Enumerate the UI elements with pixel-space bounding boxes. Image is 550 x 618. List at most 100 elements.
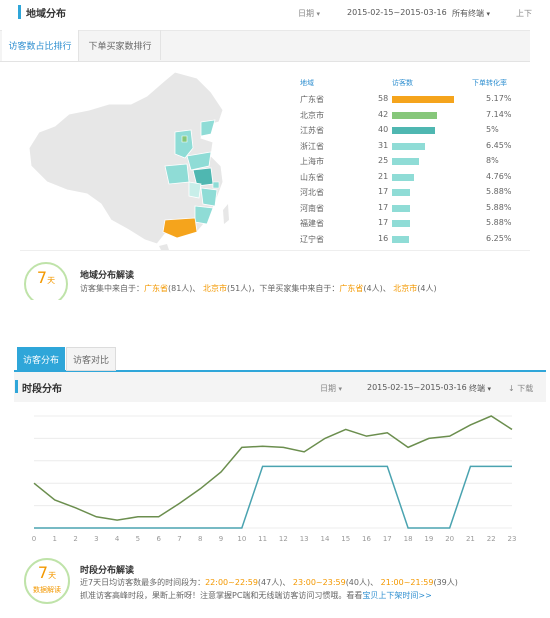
x-tick-label: 22 [487,535,496,543]
header-region: 地域 [300,79,314,87]
download-button-2[interactable]: ↓ 下载 [508,383,533,394]
map-henan [164,163,190,185]
x-tick-label: 14 [320,535,329,543]
x-tick-label: 9 [219,535,223,543]
time-interpretation-line2: 抓准访客高峰时段，果断上新呀！注意掌握PC端和无线端访客访问习惯哦。看看宝贝上下… [80,590,432,601]
slot-2-count: (40人)、 [345,578,379,587]
row-rate: 5.17% [486,94,512,103]
row-visitors: 17 [378,187,389,196]
interpretation-title: 地域分布解读 [80,271,135,281]
badge-number: 7 [36,268,48,287]
hl-buyer-guangdong-count: (4人)、 [363,284,391,293]
slot-3-count: (39人) [433,578,458,587]
table-row: 北京市 42 7.14% [290,108,512,124]
device-select-2[interactable]: 终端 ▾ [469,383,491,394]
listing-time-link[interactable]: 宝贝上下架时间>> [362,591,431,600]
section-accent [18,5,21,19]
badge-caption: 数据解读 [33,586,61,594]
time-section-title: 时段分布 [22,384,62,395]
map-anhui [188,181,202,199]
hl-beijing-count: (51人)，下单买家集中来自于： [226,284,340,293]
tab-visitor-ranking[interactable]: 访客数占比排行 [2,30,79,61]
x-tick-label: 0 [32,535,36,543]
row-region: 福建省 [300,219,324,228]
row-region: 北京市 [300,110,324,120]
row-rate: 5.88% [486,218,512,227]
tab-visitor-compare[interactable]: 访客对比 [66,347,116,371]
table-row: 河北省 17 5.88% [290,185,512,201]
badge-unit: 天 [47,276,56,285]
x-tick-label: 12 [279,535,288,543]
row-visitors: 58 [378,94,389,103]
chevron-down-icon: ▾ [486,10,491,18]
x-tick-label: 8 [198,535,202,543]
table-header-row: 地域 访客数 下单转化率 [290,76,512,92]
date-range-2[interactable]: 2015-02-15~2015-03-16 [367,383,467,392]
download-button[interactable]: 上下 [516,8,532,19]
crop-edge [0,300,550,340]
time-interpretation-title: 时段分布解读 [80,566,135,576]
row-bar [392,204,410,212]
tab-visitor-distribution[interactable]: 访客分布 [17,347,65,371]
row-visitors: 21 [378,171,389,181]
date-filter-label-2[interactable]: 日期 ▾ [320,383,342,394]
row-bar [392,127,435,134]
row-bar [392,111,437,119]
device-select-text: 所有终端 [452,9,484,18]
row-region: 辽宁省 [300,234,324,244]
section-accent-2 [15,380,18,393]
table-row: 广东省 58 5.17% [290,92,512,108]
x-tick-label: 10 [237,535,246,543]
x-tick-label: 17 [383,535,392,543]
header-visitors: 访客数 [392,79,413,87]
chevron-down-icon: ▾ [487,385,492,393]
row-rate: 5.88% [486,202,512,212]
row-rate: 5% [486,125,499,134]
line1-prefix: 近7天日均访客数最多的时间段为： [80,578,206,587]
top-divider [20,250,530,251]
x-tick-label: 18 [404,535,413,543]
row-region: 河南省 [300,203,324,213]
row-visitors: 40 [378,125,389,134]
row-region: 上海市 [300,157,324,166]
tab-buyer-ranking[interactable]: 下单买家数排行 [80,30,161,60]
row-region: 浙江省 [300,141,324,151]
slot-1: 22:00~22:59 [205,578,258,587]
hl-buyer-beijing: 北京市 [393,284,418,293]
row-bar [392,220,410,227]
row-rate: 6.45% [486,140,512,150]
x-tick-label: 21 [466,535,475,543]
table-row: 山东省 21 4.76% [290,170,512,186]
interpretation-text: 访客集中来自于：广东省(81人)、 北京市(51人)，下单买家集中来自于：广东省… [80,283,437,294]
table-row: 福建省 17 5.88% [290,216,512,232]
slot-1-count: (47人)、 [257,578,291,587]
chevron-down-icon: ▾ [316,10,321,18]
map-liaoning [200,119,216,137]
slot-3: 21:00~21:59 [380,578,434,587]
map-taiwan [223,204,229,224]
row-visitors: 17 [378,218,389,227]
seven-day-badge-2: 7天 数据解读 [24,558,70,604]
table-row: 上海市 25 8% [290,154,512,170]
date-filter-text: 日期 [298,9,314,18]
x-tick-label: 19 [424,535,433,543]
map-beijing [181,135,188,143]
table-row: 河南省 17 5.88% [290,201,512,217]
row-bar [392,142,425,150]
row-rate: 5.88% [486,187,512,196]
row-bar [392,158,419,165]
date-range[interactable]: 2015-02-15~2015-03-16 [347,8,447,17]
table-row: 辽宁省 16 6.25% [290,232,512,248]
row-visitors: 25 [378,156,389,165]
map-fujian [194,205,214,225]
map-shanghai [212,181,220,189]
time-interpretation-line1: 近7天日均访客数最多的时间段为：22:00~22:59(47人)、 23:00~… [80,577,458,588]
x-tick-label: 4 [115,535,120,543]
date-filter-text-2: 日期 [320,384,336,393]
date-filter-label[interactable]: 日期 ▾ [298,8,320,19]
device-select[interactable]: 所有终端 ▾ [452,8,490,19]
row-bar [392,235,409,243]
row-visitors: 16 [378,233,389,243]
row-region: 河北省 [300,188,324,197]
hl-buyer-beijing-count: (4人) [417,284,437,293]
